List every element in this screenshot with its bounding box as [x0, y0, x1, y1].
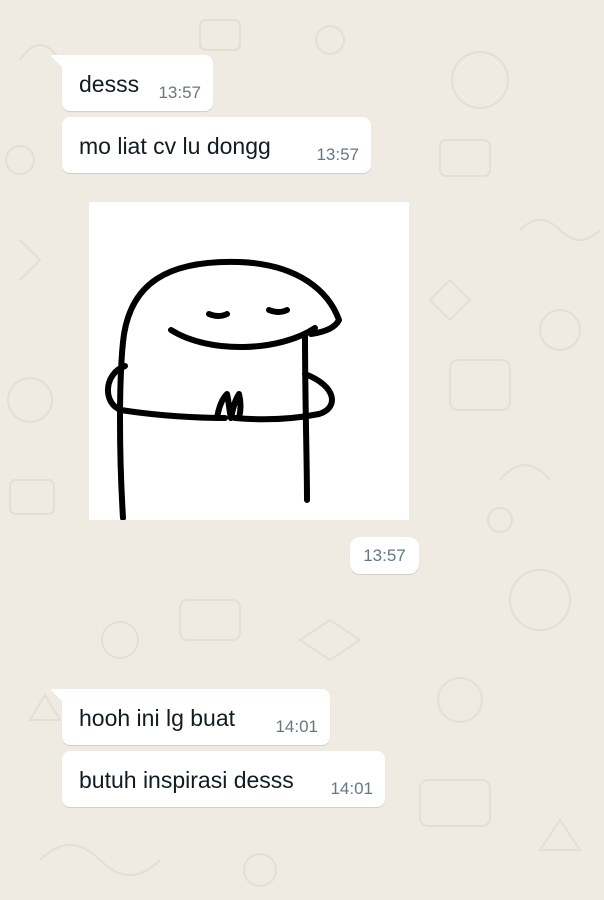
incoming-message-bubble[interactable]: desss 13:57 [50, 55, 213, 111]
message-text: desss [79, 71, 140, 97]
message-timestamp: 13:57 [316, 145, 359, 164]
message-text: mo liat cv lu dongg [79, 133, 271, 159]
message-text: hooh ini lg buat [79, 705, 236, 731]
incoming-message-bubble[interactable]: hooh ini lg buat 14:01 [50, 689, 330, 745]
message-timestamp: 14:01 [275, 717, 318, 736]
sticker-message[interactable] [89, 202, 409, 521]
incoming-message-bubble[interactable]: butuh inspirasi desss 14:01 [62, 751, 385, 807]
sticker-timestamp: 13:57 [350, 537, 419, 574]
praying-blob-sticker-icon [105, 258, 342, 521]
message-timestamp: 14:01 [330, 779, 373, 798]
message-timestamp: 13:57 [158, 83, 201, 102]
incoming-message-bubble[interactable]: mo liat cv lu dongg 13:57 [62, 117, 371, 173]
message-text: butuh inspirasi desss [79, 767, 294, 793]
